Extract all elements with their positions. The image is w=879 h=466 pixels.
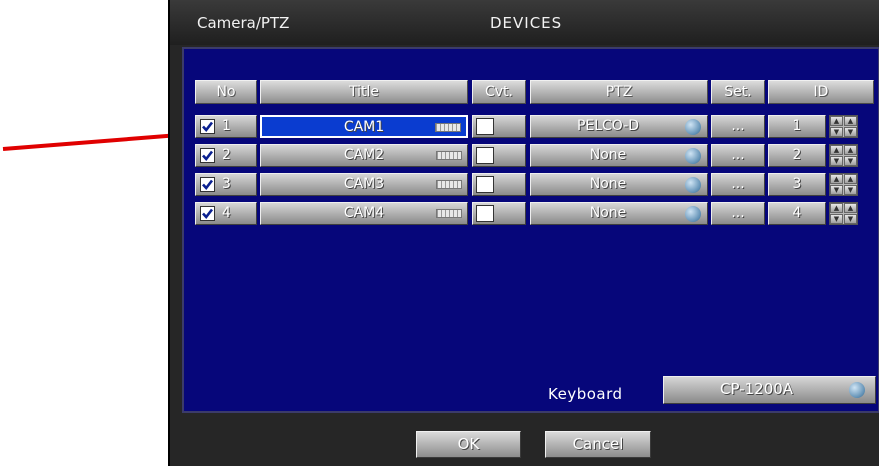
header-id: ID bbox=[768, 80, 874, 104]
dropdown-icon bbox=[685, 148, 701, 164]
dropdown-icon bbox=[849, 382, 865, 398]
header-no: No bbox=[195, 80, 257, 104]
id-value: 2 bbox=[768, 144, 826, 167]
spin-up-icon[interactable]: ▲ bbox=[830, 203, 843, 213]
spin-up-icon[interactable]: ▲ bbox=[844, 174, 857, 184]
cancel-button[interactable]: Cancel bbox=[545, 431, 651, 458]
up-down-spinner-icon[interactable]: ▲ ▲ ▼ ▼ bbox=[829, 202, 858, 225]
row-no-cell: 1 bbox=[195, 115, 257, 138]
ptz-select[interactable]: None bbox=[530, 202, 708, 225]
row-number: 3 bbox=[222, 176, 231, 192]
ptz-value: PELCO-D bbox=[576, 118, 640, 134]
ptz-setup-button[interactable]: ... bbox=[711, 202, 765, 225]
id-value: 1 bbox=[768, 115, 826, 138]
enable-checkbox[interactable] bbox=[200, 119, 215, 134]
ptz-select[interactable]: None bbox=[530, 173, 708, 196]
dropdown-icon bbox=[685, 177, 701, 193]
title-field[interactable]: CAM3 bbox=[260, 173, 468, 196]
title-field[interactable]: CAM2 bbox=[260, 144, 468, 167]
id-value: 3 bbox=[768, 173, 826, 196]
row-no-cell: 4 bbox=[195, 202, 257, 225]
cvt-checkbox[interactable] bbox=[476, 176, 494, 193]
section-title: Camera/PTZ bbox=[197, 14, 290, 32]
spin-down-icon[interactable]: ▼ bbox=[844, 185, 857, 195]
header-set: Set. bbox=[711, 80, 765, 104]
dropdown-icon bbox=[685, 206, 701, 222]
ok-button[interactable]: OK bbox=[416, 431, 521, 458]
up-down-spinner-icon[interactable]: ▲ ▲ ▼ ▼ bbox=[829, 115, 858, 138]
keyboard-icon[interactable] bbox=[435, 123, 461, 132]
dropdown-icon bbox=[685, 119, 701, 135]
ptz-value: None bbox=[589, 205, 627, 221]
ptz-setup-button[interactable]: ... bbox=[711, 144, 765, 167]
spin-up-icon[interactable]: ▲ bbox=[830, 116, 843, 126]
spin-down-icon[interactable]: ▼ bbox=[844, 214, 857, 224]
title-value: CAM1 bbox=[343, 119, 385, 135]
cvt-checkbox[interactable] bbox=[476, 118, 494, 135]
row-number: 2 bbox=[222, 147, 231, 163]
spin-up-icon[interactable]: ▲ bbox=[844, 203, 857, 213]
enable-checkbox[interactable] bbox=[200, 148, 215, 163]
ptz-setup-button[interactable]: ... bbox=[711, 173, 765, 196]
spin-down-icon[interactable]: ▼ bbox=[830, 214, 843, 224]
up-down-spinner-icon[interactable]: ▲ ▲ ▼ ▼ bbox=[829, 173, 858, 196]
up-down-spinner-icon[interactable]: ▲ ▲ ▼ ▼ bbox=[829, 144, 858, 167]
spin-up-icon[interactable]: ▲ bbox=[844, 116, 857, 126]
dialog-titlebar: Camera/PTZ DEVICES bbox=[170, 0, 879, 45]
ptz-select[interactable]: PELCO-D bbox=[530, 115, 708, 138]
row-no-cell: 3 bbox=[195, 173, 257, 196]
enable-checkbox[interactable] bbox=[200, 206, 215, 221]
title-field[interactable]: CAM4 bbox=[260, 202, 468, 225]
spin-up-icon[interactable]: ▲ bbox=[830, 174, 843, 184]
header-cvt: Cvt. bbox=[472, 80, 526, 104]
ptz-setup-button[interactable]: ... bbox=[711, 115, 765, 138]
spin-up-icon[interactable]: ▲ bbox=[844, 145, 857, 155]
cvt-cell bbox=[472, 115, 526, 138]
tab-title: DEVICES bbox=[490, 14, 563, 32]
cvt-cell bbox=[472, 202, 526, 225]
title-value: CAM4 bbox=[343, 205, 385, 221]
enable-checkbox[interactable] bbox=[200, 177, 215, 192]
spin-down-icon[interactable]: ▼ bbox=[830, 127, 843, 137]
title-field[interactable]: CAM1 bbox=[260, 115, 468, 138]
header-title: Title bbox=[260, 80, 468, 104]
keyboard-icon[interactable] bbox=[436, 151, 462, 160]
row-number: 1 bbox=[222, 118, 231, 134]
cvt-cell bbox=[472, 173, 526, 196]
id-value: 4 bbox=[768, 202, 826, 225]
spin-down-icon[interactable]: ▼ bbox=[844, 127, 857, 137]
title-value: CAM2 bbox=[343, 147, 385, 163]
keyboard-label: Keyboard bbox=[548, 385, 623, 403]
spin-up-icon[interactable]: ▲ bbox=[830, 145, 843, 155]
cvt-checkbox[interactable] bbox=[476, 205, 494, 222]
spin-down-icon[interactable]: ▼ bbox=[830, 156, 843, 166]
row-number: 4 bbox=[222, 205, 231, 221]
spin-down-icon[interactable]: ▼ bbox=[844, 156, 857, 166]
keyboard-icon[interactable] bbox=[436, 209, 462, 218]
row-no-cell: 2 bbox=[195, 144, 257, 167]
cvt-checkbox[interactable] bbox=[476, 147, 494, 164]
title-value: CAM3 bbox=[343, 176, 385, 192]
keyboard-select[interactable]: CP-1200A bbox=[663, 376, 876, 404]
ptz-value: None bbox=[589, 176, 627, 192]
ptz-value: None bbox=[589, 147, 627, 163]
header-ptz: PTZ bbox=[530, 80, 708, 104]
spin-down-icon[interactable]: ▼ bbox=[830, 185, 843, 195]
ptz-select[interactable]: None bbox=[530, 144, 708, 167]
cvt-cell bbox=[472, 144, 526, 167]
keyboard-select-value: CP-1200A bbox=[720, 380, 794, 398]
keyboard-icon[interactable] bbox=[436, 180, 462, 189]
